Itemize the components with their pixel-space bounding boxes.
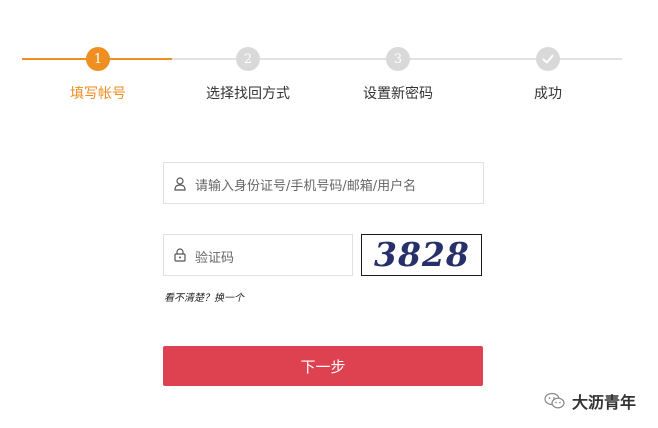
watermark: 大沥青年 [544,389,636,413]
user-icon [174,177,186,191]
lock-icon [174,248,186,262]
code-placeholder: 验证码 [195,251,235,266]
refresh-captcha-link[interactable]: 看不清楚？换一个 [164,289,244,304]
step-1-label: 填写帐号 [70,86,126,102]
step-3-label: 设置新密码 [363,86,433,102]
step-2-label: 选择找回方式 [206,86,290,102]
step-3-circle: 3 [386,47,410,71]
account-placeholder: 请输入身份证号/手机号码/邮箱/用户名 [195,179,417,194]
next-step-button[interactable]: 下一步 [163,346,483,386]
watermark-text: 大沥青年 [572,393,637,412]
code-input[interactable]: 验证码 [163,234,353,276]
step-4-circle [536,47,560,71]
step-2-number: 2 [243,51,253,67]
wechat-icon [544,392,565,409]
check-icon [542,54,554,64]
step-4-label: 成功 [534,86,562,102]
step-1-number: 1 [93,51,103,67]
captcha-image[interactable]: 3828 [361,234,482,276]
account-input[interactable]: 请输入身份证号/手机号码/邮箱/用户名 [163,162,484,204]
step-1-circle: 1 [86,47,110,71]
captcha-text: 3828 [374,235,470,274]
step-3-number: 3 [393,51,403,67]
step-2-circle: 2 [236,47,260,71]
